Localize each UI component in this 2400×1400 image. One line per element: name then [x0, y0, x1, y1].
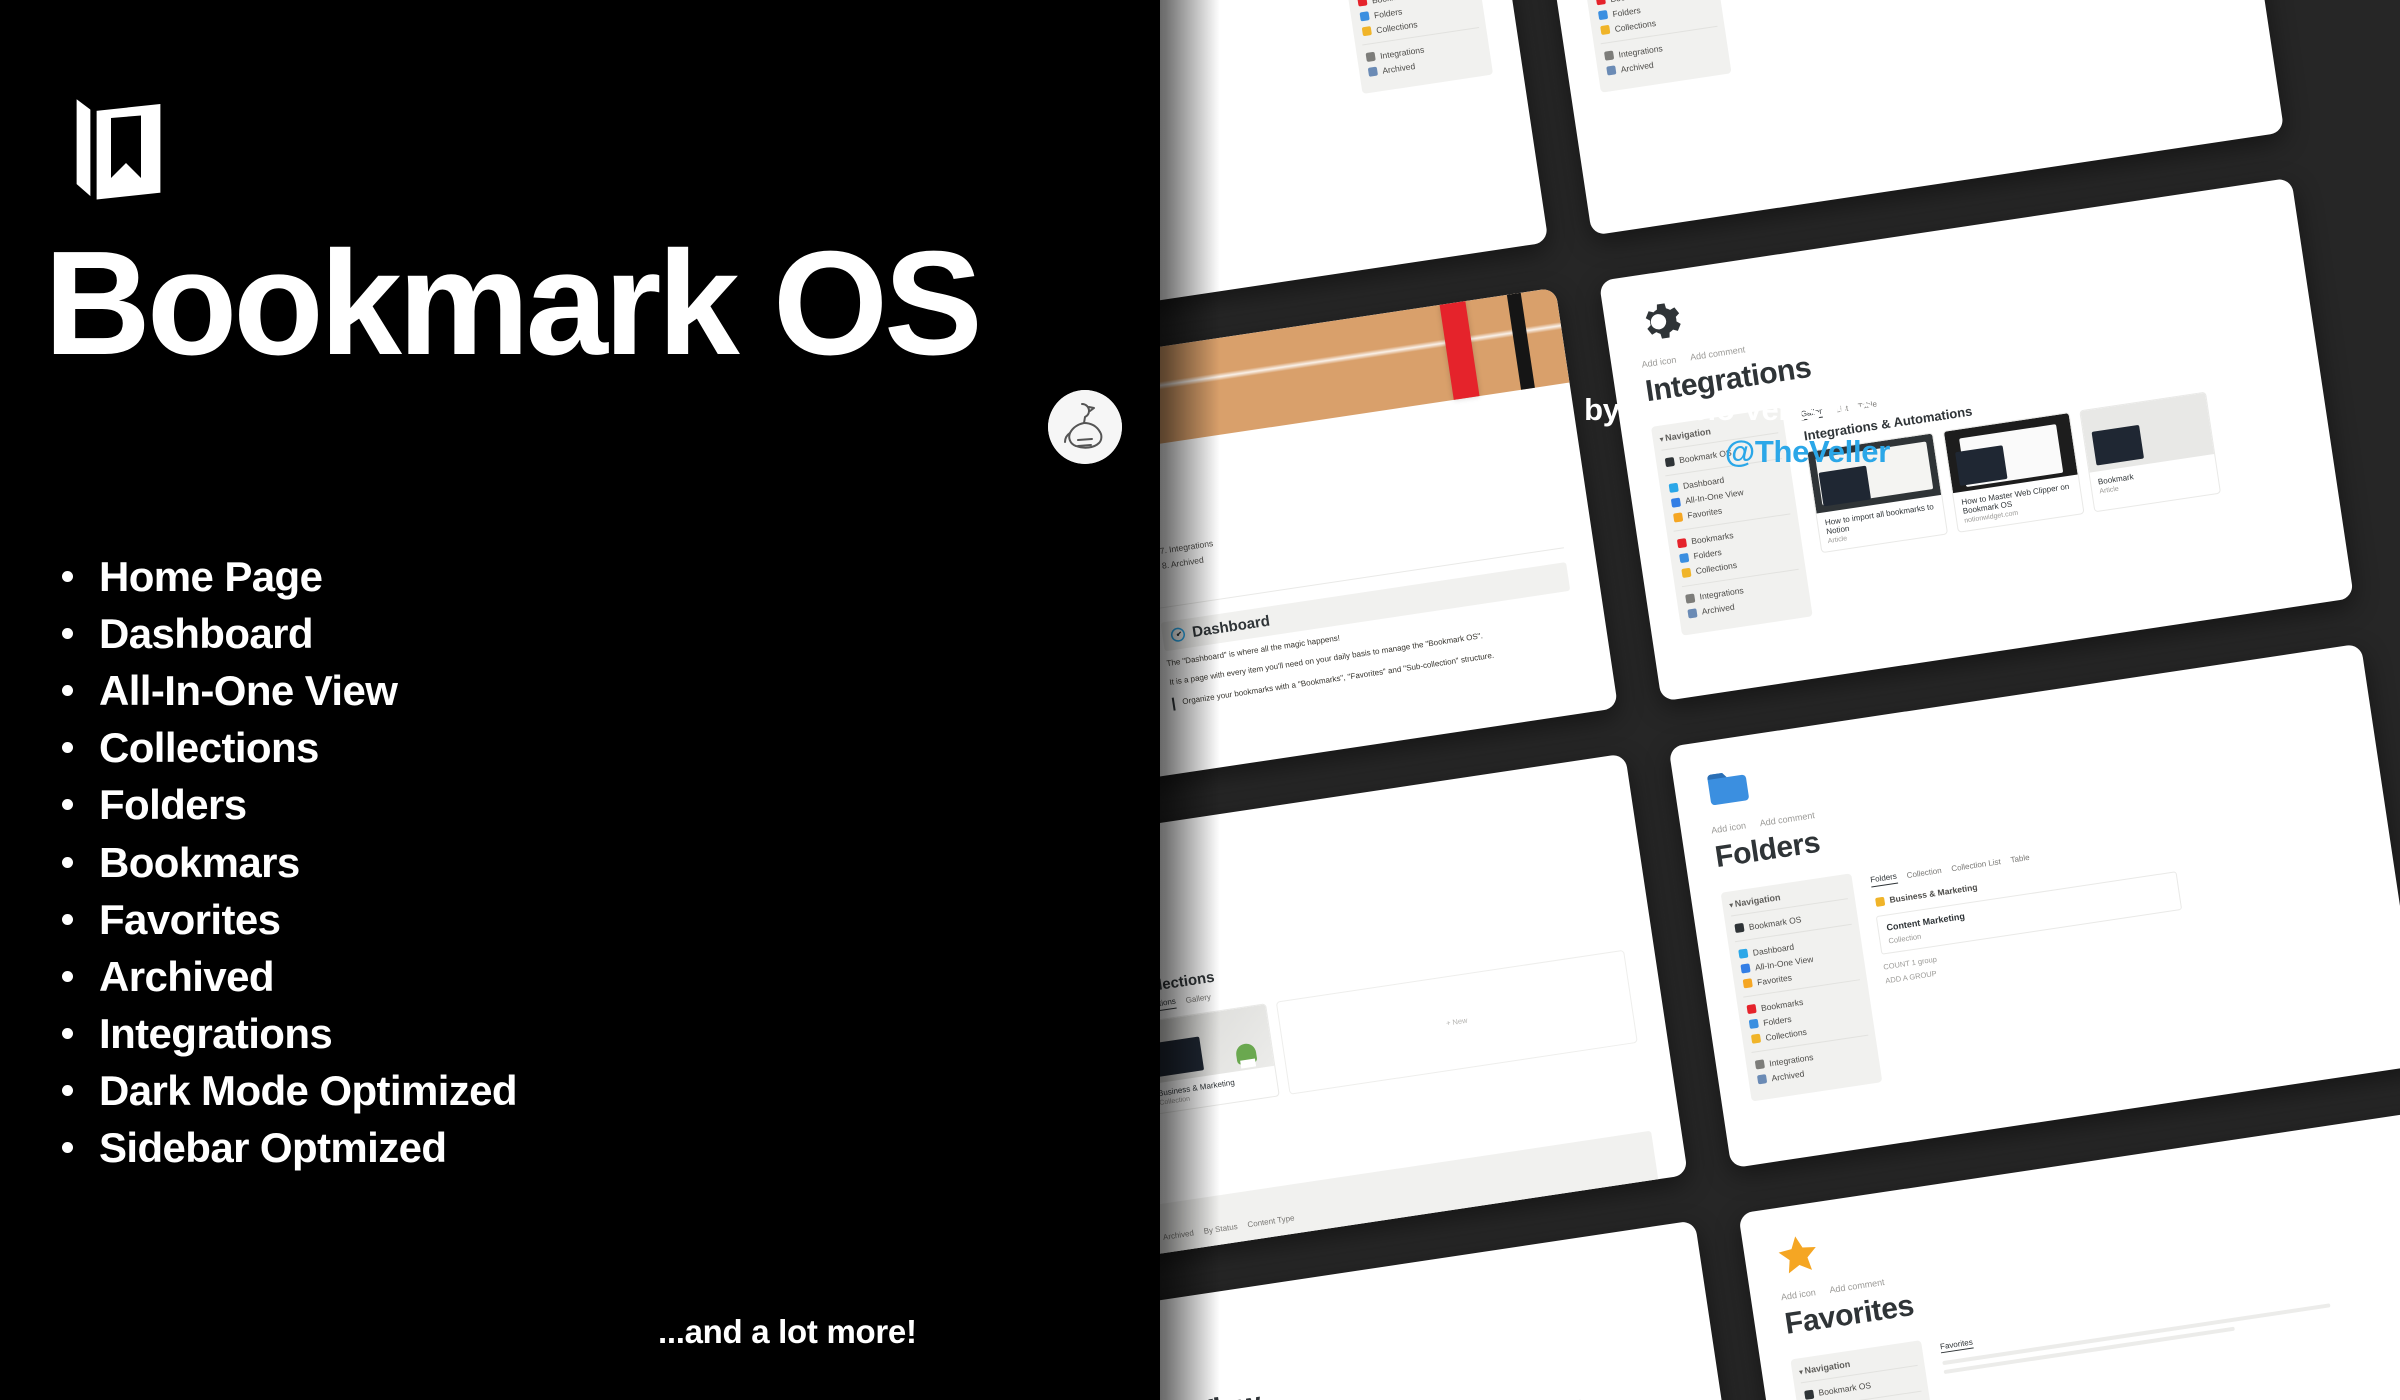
bookmark-icon: [1595, 0, 1606, 6]
mockup-gallery: Navigation All-In-One View Favorites Boo…: [1060, 0, 2400, 1400]
bookmark-book-icon: [70, 79, 167, 207]
gallery-new-button[interactable]: + New: [1275, 949, 1638, 1095]
tab-collection-list[interactable]: Collection List: [1951, 857, 2002, 873]
author-byline: by Ignacio Velásquez: [1584, 392, 1890, 427]
folder-icon: [1679, 552, 1690, 563]
archive-icon: [1756, 1074, 1768, 1085]
folder-icon: [1359, 11, 1370, 22]
list-item: Bookmars: [62, 834, 822, 891]
speedometer-icon: [1170, 627, 1185, 642]
list-item: Home Page: [62, 548, 822, 605]
list-item: Sidebar Optmized: [62, 1119, 822, 1176]
nav-sidebar[interactable]: Navigation All-In-One View Favorites Boo…: [1337, 0, 1494, 94]
gallery-card[interactable]: Bookmark Article: [2079, 391, 2222, 513]
archive-icon: [1606, 65, 1617, 76]
list-item: Folders: [62, 776, 822, 833]
gallery-card[interactable]: How to Master Web Clipper on Bookmark OS…: [1942, 412, 2085, 533]
add-icon-crumb[interactable]: Add icon: [1780, 1287, 1816, 1302]
speedometer-icon: [1668, 482, 1679, 493]
add-comment-crumb[interactable]: Add comment: [1829, 1276, 1885, 1294]
list-item: Dark Mode Optimized: [62, 1062, 822, 1119]
bookmark-book-icon: [1664, 456, 1675, 467]
star-icon: [1742, 978, 1753, 989]
folder-icon: [1597, 9, 1609, 21]
list-item: All-In-One View: [62, 662, 822, 719]
collection-icon: [1874, 896, 1886, 907]
nav-sidebar[interactable]: Navigation Bookmark OS Dashboard All-In-…: [1790, 1339, 1938, 1400]
pot-icon: [1240, 1057, 1257, 1069]
mockup-card-folders[interactable]: Add icon Add comment Folders Navigation B…: [1668, 643, 2400, 1168]
add-icon-crumb[interactable]: Add icon: [1641, 354, 1677, 369]
add-icon-crumb[interactable]: Add icon: [1711, 820, 1747, 835]
tab-collection[interactable]: Collection: [1906, 866, 1942, 880]
tab-table[interactable]: Table: [2010, 853, 2030, 865]
mockup-card-integrations[interactable]: Add iconAdd comment Integrations Navigat…: [1598, 177, 2354, 702]
gear-icon: [1754, 1059, 1765, 1070]
mockup-card-favorites[interactable]: Add icon Add comment Favorites Navigation…: [1738, 1109, 2400, 1400]
nav-sidebar[interactable]: Navigation Bookmark OS Dashboard All-In-…: [1569, 0, 1732, 93]
collection-icon: [1681, 567, 1692, 578]
archive-icon: [1367, 66, 1379, 77]
tab-gallery[interactable]: Gallery: [1185, 993, 1211, 1006]
folder-icon: [1748, 1018, 1759, 1029]
collection-icon: [1361, 26, 1372, 37]
tab-by-status[interactable]: By Status: [1203, 1222, 1238, 1236]
avatar: [1048, 390, 1122, 464]
bookmark-book-icon: [1804, 1389, 1815, 1400]
mockup-grid: Navigation All-In-One View Favorites Boo…: [1060, 0, 2400, 1400]
star-icon: [1672, 511, 1684, 523]
bookmark-icon: [1357, 0, 1368, 7]
gallery-card[interactable]: Business & Marketing Collection: [1139, 1002, 1280, 1115]
list-item: Archived: [62, 948, 822, 1005]
gear-icon: [1604, 50, 1615, 61]
footer-note: ...and a lot more!: [658, 1313, 917, 1350]
collection-icon: [1750, 1033, 1762, 1044]
gear-icon: [1685, 592, 1696, 604]
author-handle[interactable]: @TheVeller: [1725, 434, 1890, 470]
page-title: Bookmark OS: [44, 221, 983, 386]
bookmark-icon: [1746, 1003, 1757, 1015]
gem-icon: [1740, 963, 1751, 974]
bookmark-book-icon: [1734, 922, 1745, 934]
collection-icon: [1600, 24, 1611, 36]
tab-favorites[interactable]: Favorites: [1939, 1337, 1974, 1354]
list-item: Integrations: [62, 1005, 822, 1062]
list-item: Collections: [62, 719, 822, 776]
section-heading: Dashboard: [1190, 612, 1271, 641]
gear-icon: [1365, 51, 1376, 62]
gear-icon: [1645, 302, 1681, 339]
add-comment-crumb[interactable]: Add comment: [1689, 344, 1745, 362]
list-item: Dashboard: [62, 605, 822, 662]
archive-icon: [1687, 607, 1698, 619]
feature-list: Home Page Dashboard All-In-One View Coll…: [62, 548, 822, 1176]
bookmark-icon: [1676, 537, 1688, 548]
list-item: Favorites: [62, 891, 822, 948]
add-comment-crumb[interactable]: Add comment: [1759, 810, 1815, 828]
gem-icon: [1670, 497, 1681, 508]
orange-star-icon: [1778, 1235, 1816, 1273]
poster-canvas: Navigation All-In-One View Favorites Boo…: [0, 0, 2400, 1400]
tab-folders[interactable]: Folders: [1869, 871, 1898, 887]
duck-line-art-avatar: [1048, 390, 1122, 464]
speedometer-icon: [1738, 948, 1749, 959]
tab-archived[interactable]: Archived: [1162, 1229, 1194, 1243]
blue-folder-icon: [1707, 772, 1749, 805]
nav-sidebar[interactable]: Navigation Bookmark OS Dashboard All-In-…: [1720, 873, 1883, 1102]
